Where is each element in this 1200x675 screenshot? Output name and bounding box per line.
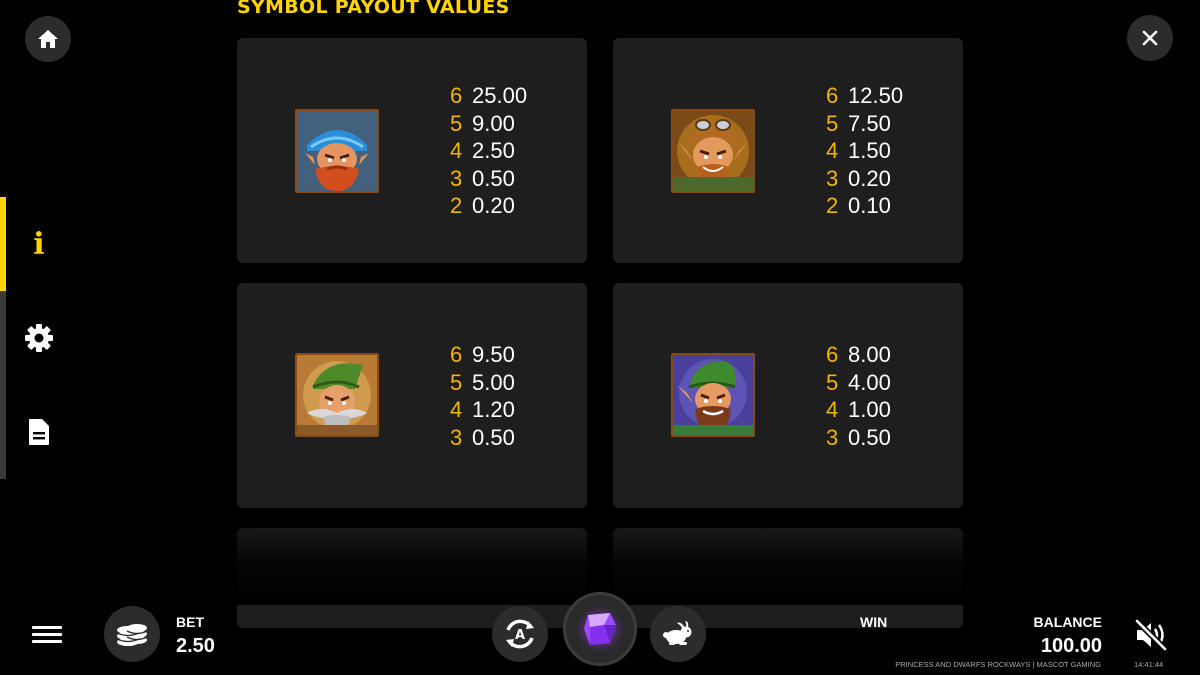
payout-row: 4 1.50 bbox=[826, 137, 903, 165]
payout-row: 4 1.00 bbox=[826, 396, 891, 424]
svg-text:A: A bbox=[515, 628, 525, 643]
payout-count: 6 bbox=[450, 342, 463, 367]
payout-count: 6 bbox=[450, 83, 463, 108]
payout-row: 2 0.20 bbox=[450, 192, 527, 220]
clock: 14:41:44 bbox=[1134, 660, 1164, 669]
payout-count: 3 bbox=[450, 165, 463, 191]
gear-icon bbox=[25, 324, 53, 352]
payout-value: 1.00 bbox=[848, 397, 891, 422]
payout-value: 8.00 bbox=[848, 342, 891, 367]
paytable-card: 6 8.00 5 4.00 4 1.00 3 0.50 bbox=[613, 283, 963, 508]
bottom-bar: BET 2.50 A WIN BALANCE 100.00 PRINCESS A… bbox=[0, 592, 1200, 675]
payout-row: 3 0.20 bbox=[826, 165, 903, 193]
side-nav-active-indicator bbox=[0, 197, 6, 291]
payout-count: 4 bbox=[450, 397, 463, 422]
payout-value: 5.00 bbox=[472, 369, 515, 395]
payout-count: 6 bbox=[826, 83, 839, 108]
sidebar-item-rules[interactable] bbox=[14, 407, 64, 457]
payout-row: 6 8.00 bbox=[826, 341, 891, 369]
home-icon bbox=[38, 30, 58, 48]
autoplay-button[interactable]: A bbox=[492, 606, 548, 662]
paytable-card: 6 9.50 5 5.00 4 1.20 3 0.50 bbox=[237, 283, 587, 508]
paytable-card: 6 25.00 5 9.00 4 2.50 3 0.50 2 0.20 bbox=[237, 38, 587, 263]
payout-count: 4 bbox=[826, 138, 839, 163]
sound-muted-icon bbox=[1134, 618, 1168, 652]
payout-row: 3 0.50 bbox=[826, 424, 891, 452]
payout-row: 3 0.50 bbox=[450, 165, 527, 193]
coins-icon bbox=[116, 624, 148, 646]
payout-row: 6 25.00 bbox=[450, 82, 527, 110]
payout-value: 12.50 bbox=[848, 83, 904, 108]
payout-value: 25.00 bbox=[472, 83, 528, 108]
balance-value: 100.00 bbox=[1040, 635, 1102, 657]
win-label: WIN bbox=[860, 614, 888, 630]
sidebar-item-info[interactable]: i bbox=[14, 220, 64, 270]
payout-value: 0.20 bbox=[472, 193, 515, 218]
sidebar-item-settings[interactable] bbox=[14, 313, 64, 363]
payout-count: 2 bbox=[450, 193, 463, 218]
side-nav bbox=[0, 197, 8, 479]
payout-value: 0.10 bbox=[848, 193, 891, 218]
payout-row: 5 5.00 bbox=[450, 369, 515, 397]
payout-count: 4 bbox=[826, 397, 839, 422]
payout-row: 5 9.00 bbox=[450, 110, 527, 138]
payout-value: 9.50 bbox=[472, 342, 515, 367]
payout-count: 5 bbox=[450, 369, 463, 395]
payout-value: 9.00 bbox=[472, 110, 515, 136]
payout-count: 2 bbox=[826, 193, 839, 218]
payout-value: 1.20 bbox=[472, 397, 515, 422]
gem-icon bbox=[575, 604, 625, 654]
sound-toggle-button[interactable] bbox=[1133, 618, 1169, 652]
symbol-dwarf-blue-hat bbox=[295, 109, 379, 193]
symbol-dwarf-brown-beard bbox=[671, 353, 755, 437]
payout-count: 5 bbox=[450, 110, 463, 136]
close-button[interactable] bbox=[1127, 15, 1173, 61]
payout-row: 3 0.50 bbox=[450, 424, 515, 452]
info-icon: i bbox=[33, 227, 45, 262]
payout-row: 6 12.50 bbox=[826, 82, 903, 110]
payout-row: 4 2.50 bbox=[450, 137, 527, 165]
page-title: SYMBOL PAYOUT VALUES bbox=[237, 0, 510, 18]
payout-count: 5 bbox=[826, 110, 839, 136]
bet-button[interactable] bbox=[104, 606, 160, 662]
autoplay-icon: A bbox=[506, 619, 534, 649]
menu-button[interactable] bbox=[30, 622, 64, 650]
payout-value: 7.50 bbox=[848, 110, 891, 136]
payout-list: 6 8.00 5 4.00 4 1.00 3 0.50 bbox=[826, 341, 891, 451]
payout-list: 6 12.50 5 7.50 4 1.50 3 0.20 2 0.10 bbox=[826, 82, 903, 220]
payout-row: 2 0.10 bbox=[826, 192, 903, 220]
payout-row: 5 7.50 bbox=[826, 110, 903, 138]
payout-value: 0.20 bbox=[848, 165, 891, 191]
close-icon bbox=[1142, 30, 1158, 46]
bet-value: 2.50 bbox=[176, 635, 215, 657]
payout-row: 4 1.20 bbox=[450, 396, 515, 424]
payout-value: 0.50 bbox=[848, 424, 891, 450]
payout-count: 4 bbox=[450, 138, 463, 163]
spin-button[interactable] bbox=[563, 592, 637, 666]
payout-count: 3 bbox=[826, 165, 839, 191]
payout-value: 2.50 bbox=[472, 138, 515, 163]
document-icon bbox=[29, 419, 49, 445]
balance-label: BALANCE bbox=[1033, 614, 1102, 630]
payout-list: 6 9.50 5 5.00 4 1.20 3 0.50 bbox=[450, 341, 515, 451]
payout-row: 6 9.50 bbox=[450, 341, 515, 369]
payout-count: 5 bbox=[826, 369, 839, 395]
payout-value: 4.00 bbox=[848, 369, 891, 395]
payout-count: 3 bbox=[450, 424, 463, 450]
payout-row: 5 4.00 bbox=[826, 369, 891, 397]
payout-count: 3 bbox=[826, 424, 839, 450]
paytable-card: 6 12.50 5 7.50 4 1.50 3 0.20 2 0.10 bbox=[613, 38, 963, 263]
rabbit-icon bbox=[663, 621, 692, 645]
payout-value: 0.50 bbox=[472, 165, 515, 191]
payout-count: 6 bbox=[826, 342, 839, 367]
home-button[interactable] bbox=[25, 16, 71, 62]
payout-value: 1.50 bbox=[848, 138, 891, 163]
turbo-button[interactable] bbox=[650, 606, 706, 662]
payout-list: 6 25.00 5 9.00 4 2.50 3 0.50 2 0.20 bbox=[450, 82, 527, 220]
bet-label: BET bbox=[176, 614, 204, 630]
payout-value: 0.50 bbox=[472, 424, 515, 450]
symbol-dwarf-grey-beard bbox=[295, 353, 379, 437]
symbol-dwarf-goggles bbox=[671, 109, 755, 193]
game-credit: PRINCESS AND DWARFS ROCKWAYS | MASCOT GA… bbox=[895, 660, 1101, 669]
